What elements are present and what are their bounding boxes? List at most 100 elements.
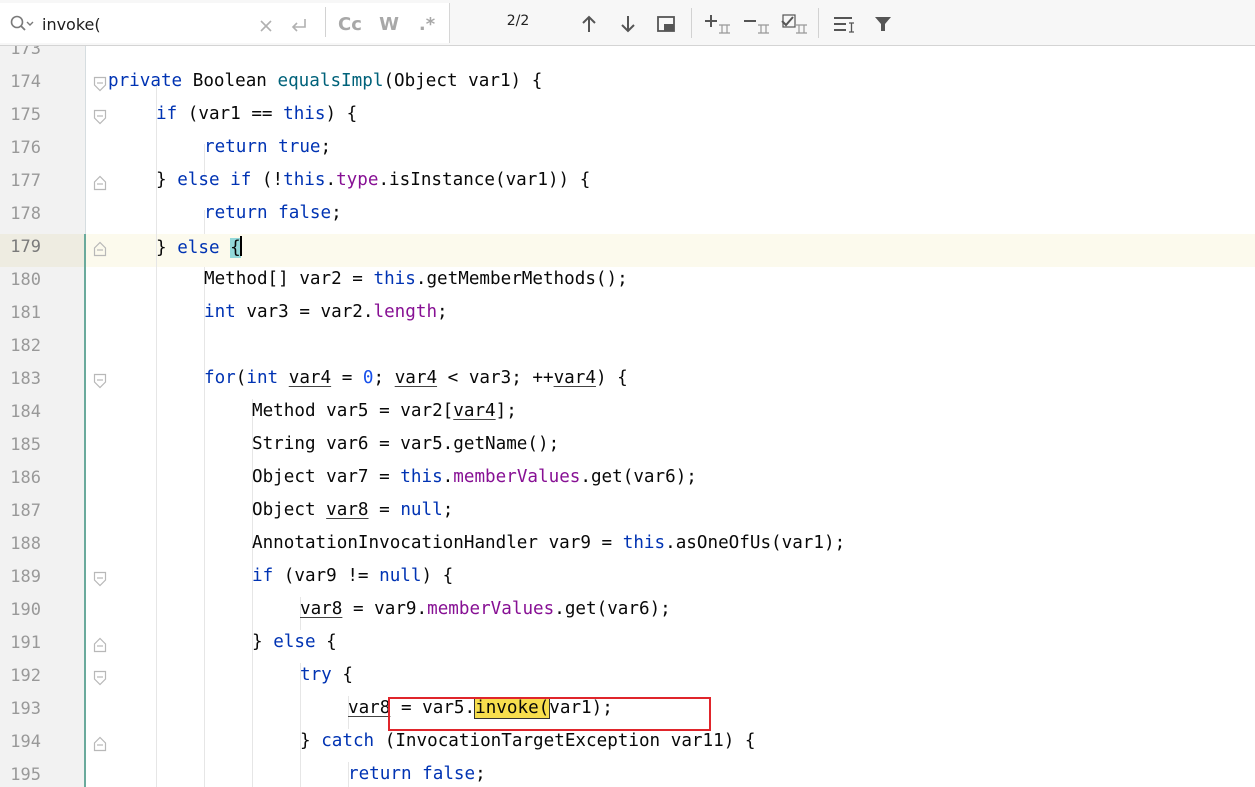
line-number[interactable]: 191 [0, 633, 41, 653]
code-text[interactable]: private Boolean equalsImpl(Object var1) … [108, 71, 542, 91]
match-case-toggle[interactable]: Cc [333, 11, 367, 37]
select-all-occurrences-icon[interactable] [779, 11, 809, 37]
code-token: var4 [288, 368, 332, 388]
code-line[interactable]: 186 Object var7 = this.memberValues.get(v… [0, 462, 1255, 495]
code-line[interactable]: 173 [0, 46, 1255, 66]
code-line[interactable]: 187 Object var8 = null; [0, 495, 1255, 528]
code-text[interactable]: var8 = var9.memberValues.get(var6); [300, 599, 671, 619]
code-line[interactable]: 179 } else { [0, 231, 1255, 264]
line-number[interactable]: 188 [0, 534, 41, 554]
code-token: return false [204, 203, 332, 223]
in-selection-icon[interactable] [653, 11, 679, 37]
code-line[interactable]: 185 String var6 = var5.getName(); [0, 429, 1255, 462]
code-text[interactable]: Method var5 = var2[var4]; [252, 401, 517, 421]
code-text[interactable]: } else { [156, 236, 242, 258]
code-token: . [442, 467, 454, 487]
line-number[interactable]: 187 [0, 501, 41, 521]
code-token: var3 = var2. [235, 302, 374, 322]
line-number[interactable]: 183 [0, 369, 41, 389]
code-text[interactable]: AnnotationInvocationHandler var9 = this.… [252, 533, 845, 553]
line-number[interactable]: 184 [0, 402, 41, 422]
code-line[interactable]: 188 AnnotationInvocationHandler var9 = th… [0, 528, 1255, 561]
code-line[interactable]: 191 } else { [0, 627, 1255, 660]
search-input[interactable] [42, 12, 242, 36]
fold-end-icon[interactable] [93, 175, 107, 191]
line-number[interactable]: 189 [0, 567, 41, 587]
code-text[interactable]: Object var8 = null; [252, 500, 453, 520]
open-in-window-icon[interactable] [830, 11, 858, 37]
code-text[interactable]: if (var1 == this) { [156, 104, 357, 124]
fold-start-icon[interactable] [93, 571, 107, 587]
code-line[interactable]: 184 Method var5 = var2[var4]; [0, 396, 1255, 429]
code-text[interactable]: } catch (InvocationTargetException var11… [300, 731, 755, 751]
code-text[interactable]: int var3 = var2.length; [204, 302, 448, 322]
code-token: for [204, 368, 236, 388]
line-number[interactable]: 192 [0, 666, 41, 686]
search-history-icon[interactable] [8, 13, 36, 35]
code-line[interactable]: 182 [0, 330, 1255, 363]
code-line[interactable]: 178 return false; [0, 198, 1255, 231]
code-line[interactable]: 195 return false; [0, 759, 1255, 787]
line-number[interactable]: 173 [0, 46, 41, 59]
search-field[interactable]: Cc W .* [0, 3, 450, 43]
code-text[interactable]: } else if (!this.type.isInstance(var1)) … [156, 170, 590, 190]
previous-occurrence-icon[interactable] [576, 11, 602, 37]
fold-start-icon[interactable] [93, 373, 107, 389]
line-number[interactable]: 177 [0, 171, 41, 191]
code-text[interactable]: for(int var4 = 0; var4 < var3; ++var4) { [204, 368, 628, 388]
code-line[interactable]: 180 Method[] var2 = this.getMemberMethods… [0, 264, 1255, 297]
line-number[interactable]: 178 [0, 204, 41, 224]
code-line[interactable]: 177 } else if (!this.type.isInstance(var1… [0, 165, 1255, 198]
line-number[interactable]: 182 [0, 336, 41, 356]
line-number[interactable]: 190 [0, 600, 41, 620]
line-number[interactable]: 174 [0, 72, 41, 92]
code-line[interactable]: 174 private Boolean equalsImpl(Object var… [0, 66, 1255, 99]
code-token: catch [321, 731, 375, 751]
code-lines[interactable]: 173 174 private Boolean equalsImpl(Object … [0, 46, 1255, 787]
fold-end-icon[interactable] [93, 736, 107, 752]
code-token: ( [235, 368, 247, 388]
next-occurrence-icon[interactable] [615, 11, 641, 37]
line-number[interactable]: 181 [0, 303, 41, 323]
code-token: try [300, 665, 332, 685]
fold-start-icon[interactable] [93, 76, 107, 92]
code-line[interactable]: 189 if (var9 != null) { [0, 561, 1255, 594]
code-text[interactable]: Object var7 = this.memberValues.get(var6… [252, 467, 697, 487]
code-line[interactable]: 175 if (var1 == this) { [0, 99, 1255, 132]
fold-start-icon[interactable] [93, 109, 107, 125]
code-line[interactable]: 176 return true; [0, 132, 1255, 165]
line-number[interactable]: 193 [0, 699, 41, 719]
line-number[interactable]: 179 [0, 237, 41, 257]
line-number[interactable]: 180 [0, 270, 41, 290]
code-text[interactable]: try { [300, 665, 353, 685]
code-text[interactable]: if (var9 != null) { [252, 566, 453, 586]
line-number[interactable]: 185 [0, 435, 41, 455]
regex-toggle[interactable]: .* [412, 11, 442, 37]
line-number[interactable]: 194 [0, 732, 41, 752]
line-number[interactable]: 175 [0, 105, 41, 125]
code-text[interactable]: return false; [204, 203, 342, 223]
code-text[interactable]: } else { [252, 632, 337, 652]
remove-selection-icon[interactable] [741, 11, 771, 37]
fold-end-icon[interactable] [93, 637, 107, 653]
fold-end-icon[interactable] [93, 241, 107, 257]
code-line[interactable]: 183 for(int var4 = 0; var4 < var3; ++var4… [0, 363, 1255, 396]
line-number[interactable]: 195 [0, 765, 41, 785]
code-editor[interactable]: 173 174 private Boolean equalsImpl(Object … [0, 46, 1255, 787]
add-selection-for-next-icon[interactable] [702, 11, 732, 37]
code-text[interactable]: String var6 = var5.getName(); [252, 434, 559, 454]
code-text[interactable]: Method[] var2 = this.getMemberMethods(); [204, 269, 628, 289]
code-text[interactable]: return false; [348, 764, 486, 784]
code-text[interactable]: return true; [204, 137, 331, 157]
code-line[interactable]: 181 int var3 = var2.length; [0, 297, 1255, 330]
code-line[interactable]: 190 var8 = var9.memberValues.get(var6); [0, 594, 1255, 627]
match-count: 2/2 [506, 13, 530, 29]
filter-icon[interactable] [869, 11, 897, 37]
clear-search-icon[interactable] [255, 15, 277, 37]
line-number[interactable]: 176 [0, 138, 41, 158]
line-number[interactable]: 186 [0, 468, 41, 488]
new-line-icon[interactable] [287, 14, 311, 38]
whole-words-toggle[interactable]: W [373, 11, 405, 37]
fold-start-icon[interactable] [93, 670, 107, 686]
code-line[interactable]: 192 try { [0, 660, 1255, 693]
